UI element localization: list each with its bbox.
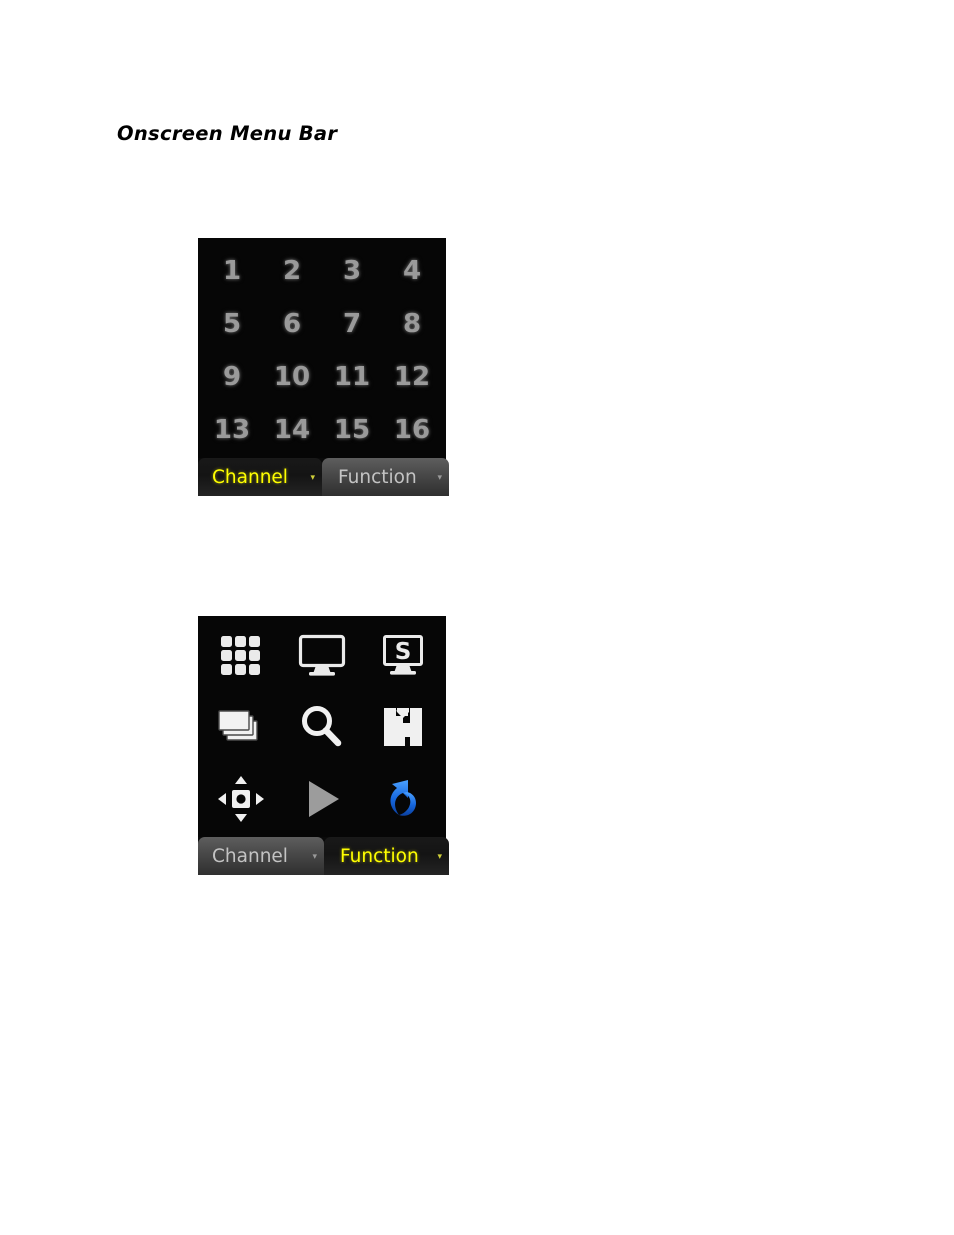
channel-button[interactable]: 4 — [382, 244, 442, 297]
svg-text:S: S — [395, 639, 412, 665]
chevron-down-icon[interactable]: ▾ — [310, 472, 315, 482]
ptz-icon[interactable] — [200, 763, 281, 835]
monitor-icon[interactable] — [281, 620, 362, 692]
channel-button[interactable]: 12 — [382, 350, 442, 403]
channel-button[interactable]: 5 — [202, 297, 262, 350]
play-icon[interactable] — [281, 763, 362, 835]
panel-1-tab-bar: Channel ▾ Function ▾ — [198, 458, 449, 496]
channel-button[interactable]: 14 — [262, 403, 322, 456]
panel-2-tab-bar: Channel ▾ Function ▾ — [198, 837, 449, 875]
channel-button[interactable]: 3 — [322, 244, 382, 297]
tab-channel-label: Channel — [212, 466, 288, 488]
search-icon[interactable] — [281, 692, 362, 764]
function-panel-body: S — [198, 616, 446, 837]
channel-button[interactable]: 16 — [382, 403, 442, 456]
chevron-down-icon[interactable]: ▾ — [437, 472, 442, 482]
sequence-monitor-icon[interactable]: S — [363, 620, 444, 692]
tab-function[interactable]: Function ▾ — [324, 837, 449, 875]
channel-button[interactable]: 7 — [322, 297, 382, 350]
function-icon-grid: S — [198, 616, 446, 837]
tab-channel[interactable]: Channel ▾ — [198, 837, 324, 875]
tab-channel-label: Channel — [212, 845, 288, 867]
channel-button[interactable]: 9 — [202, 350, 262, 403]
chevron-down-icon[interactable]: ▾ — [312, 851, 317, 861]
split-screen-icon[interactable] — [200, 620, 281, 692]
channel-button[interactable]: 6 — [262, 297, 322, 350]
tab-function-label: Function — [338, 466, 417, 488]
backup-icon[interactable] — [363, 692, 444, 764]
chevron-down-icon[interactable]: ▾ — [437, 851, 442, 861]
channel-number-grid: 1 2 3 4 5 6 7 8 9 10 11 12 13 14 15 16 — [198, 238, 446, 458]
channel-button[interactable]: 8 — [382, 297, 442, 350]
tab-channel[interactable]: Channel ▾ — [198, 458, 322, 496]
exit-icon[interactable] — [363, 763, 444, 835]
page-title: Onscreen Menu Bar — [117, 122, 338, 145]
channel-button[interactable]: 15 — [322, 403, 382, 456]
channel-button[interactable]: 11 — [322, 350, 382, 403]
layers-icon[interactable] — [200, 692, 281, 764]
tab-function-label: Function — [340, 845, 419, 867]
onscreen-menu-function-panel: S Channel ▾ Function ▾ — [198, 616, 449, 875]
channel-button[interactable]: 2 — [262, 244, 322, 297]
tab-function[interactable]: Function ▾ — [322, 458, 449, 496]
channel-panel-body: 1 2 3 4 5 6 7 8 9 10 11 12 13 14 15 16 — [198, 238, 446, 458]
channel-button[interactable]: 1 — [202, 244, 262, 297]
onscreen-menu-channel-panel: 1 2 3 4 5 6 7 8 9 10 11 12 13 14 15 16 C… — [198, 238, 449, 496]
channel-button[interactable]: 13 — [202, 403, 262, 456]
channel-button[interactable]: 10 — [262, 350, 322, 403]
